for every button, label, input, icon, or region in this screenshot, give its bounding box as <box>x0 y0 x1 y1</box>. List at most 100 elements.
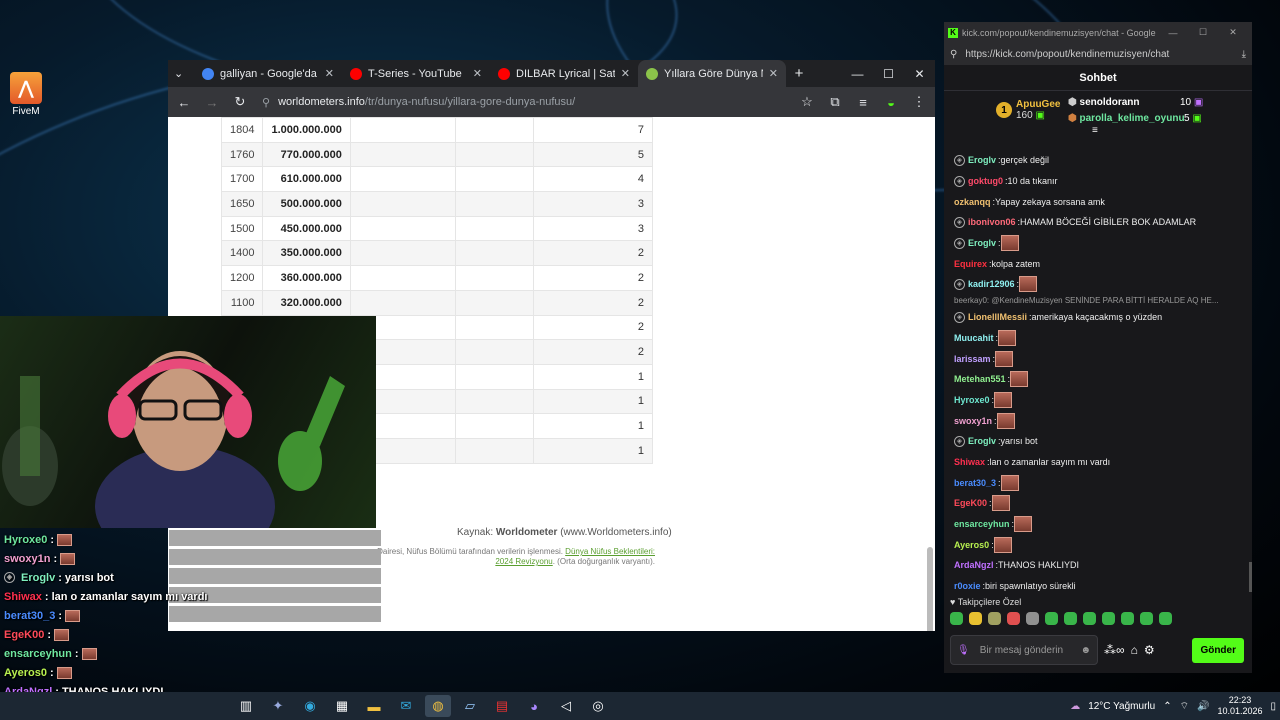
tab-2[interactable]: T-Series - YouTube ✕ <box>342 60 490 87</box>
emote-button[interactable] <box>950 612 963 625</box>
reply-preview[interactable]: beerkay0: @KendineMuzisyen SENİNDE PARA … <box>954 295 1246 307</box>
voicemeeter-icon[interactable]: ▤ <box>489 695 515 717</box>
connections-icon[interactable]: ⁂∞ <box>1104 643 1125 657</box>
emote-button[interactable] <box>1007 612 1020 625</box>
back-icon[interactable]: ← <box>174 95 194 110</box>
chat-username[interactable]: Eroglv <box>968 154 996 166</box>
forward-icon[interactable]: → <box>202 95 222 110</box>
tab-3[interactable]: DILBAR Lyrical | Satyameva J ✕ <box>490 60 638 87</box>
tab-close-icon[interactable]: ✕ <box>769 67 778 80</box>
clock-date[interactable]: 10.01.2026 <box>1217 706 1262 717</box>
chat-username[interactable]: Muucahit <box>954 332 994 344</box>
emote-button[interactable] <box>1045 612 1058 625</box>
tab-close-icon[interactable]: ✕ <box>621 67 630 80</box>
tab-1[interactable]: galliyan - Google'da Ara ✕ <box>194 60 342 87</box>
chat-username[interactable]: Hyroxe0 <box>954 394 990 406</box>
expand-chevron-icon[interactable]: ≡ <box>1092 125 1098 136</box>
minimize-button[interactable]: — <box>842 60 873 87</box>
chat-username[interactable]: LionelllMessii <box>968 311 1027 323</box>
media-icon[interactable]: ≡ <box>853 95 873 110</box>
reload-icon[interactable]: ↻ <box>230 94 250 110</box>
file-explorer-icon[interactable]: ▬ <box>361 695 387 717</box>
settings-gear-icon[interactable]: ⚙ <box>1144 643 1155 657</box>
chat-username[interactable]: berat30_3 <box>954 477 996 489</box>
store-icon[interactable]: ▦ <box>329 695 355 717</box>
desktop-icon-fivem[interactable]: ⋀ FiveM <box>8 72 44 117</box>
emote-button[interactable] <box>1140 612 1153 625</box>
bookmark-star-icon[interactable]: ☆ <box>797 94 817 110</box>
close-button[interactable]: ✕ <box>1218 27 1248 38</box>
emote-button[interactable] <box>1083 612 1096 625</box>
more-menu-icon[interactable]: ⋮ <box>909 94 929 110</box>
emote-button[interactable] <box>1026 612 1039 625</box>
edge-icon[interactable]: ◉ <box>297 695 323 717</box>
minimize-button[interactable]: — <box>1158 28 1188 38</box>
tab-4[interactable]: Yıllara Göre Dünya Nüfusu - ✕ <box>638 60 786 87</box>
chat-username[interactable]: goktug0 <box>968 175 1003 187</box>
emote-button[interactable] <box>1102 612 1115 625</box>
chat-username[interactable]: Metehan551 <box>954 373 1006 385</box>
tab-close-icon[interactable]: ✕ <box>325 67 334 80</box>
chat-username[interactable]: kadir12906 <box>968 278 1015 290</box>
mic-icon[interactable]: 🎙 <box>957 645 970 656</box>
chat-username[interactable]: EgeK00 <box>954 497 987 509</box>
chat-scrollbar[interactable] <box>1249 562 1252 592</box>
profile-icon[interactable]: ◒ <box>881 95 901 110</box>
chat-username[interactable]: ensarceyhun <box>954 518 1010 530</box>
chat-username[interactable]: Eroglv <box>968 237 996 249</box>
overlay-chat-row: Shiwax : lan o zamanlar sayım mı vardı <box>4 590 208 603</box>
message-input[interactable]: 🎙 Bir mesaj gönderin ☻ <box>950 635 1098 665</box>
maximize-button[interactable]: ☐ <box>1188 27 1218 38</box>
discord-icon[interactable]: ◕ <box>521 695 547 717</box>
chat-message: larissam: <box>954 348 1246 369</box>
chat-messages: ◈ Eroglv: gerçek değil ◈ goktug0: 10 da tık… <box>954 150 1246 596</box>
chat-username[interactable]: Eroglv <box>968 435 996 447</box>
notes-icon[interactable]: ▱ <box>457 695 483 717</box>
chat-username[interactable]: Shiwax <box>954 456 985 468</box>
extensions-icon[interactable]: ⧉ <box>825 94 845 110</box>
send-button[interactable]: Gönder <box>1192 637 1244 663</box>
close-button[interactable]: ✕ <box>904 60 935 87</box>
chat-message: ozkanqq: Yapay zekaya sorsana amk <box>954 196 1105 208</box>
chat-window-titlebar: K kick.com/popout/kendinemuzisyen/chat -… <box>944 22 1252 43</box>
tab-favicon-icon <box>202 67 214 80</box>
chrome-icon[interactable]: ◍ <box>425 695 451 717</box>
new-tab-button[interactable]: + <box>786 60 812 87</box>
network-icon[interactable]: ⌔ <box>1180 700 1189 713</box>
site-info-icon[interactable]: ⚲ <box>950 49 957 60</box>
emote-button[interactable] <box>1159 612 1172 625</box>
tab-close-icon[interactable]: ✕ <box>473 67 482 80</box>
table-row: 1400 350.000.000 2 <box>220 240 654 267</box>
site-info-icon[interactable]: ⚲ <box>262 96 270 109</box>
emoji-icon[interactable]: ☻ <box>1080 645 1091 656</box>
chat-username[interactable]: ozkanqq <box>954 196 991 208</box>
chat-username[interactable]: swoxy1n <box>954 415 992 427</box>
download-icon[interactable]: ⤓ <box>1242 49 1246 60</box>
chat-username[interactable]: Ayeros0 <box>954 539 989 551</box>
emote-button[interactable] <box>1064 612 1077 625</box>
store-icon[interactable]: ⌂ <box>1131 643 1138 657</box>
address-bar[interactable]: ⚲ worldometers.info /tr/dunya-nufusu/yil… <box>262 96 789 109</box>
emote-button[interactable] <box>1121 612 1134 625</box>
chat-username[interactable]: r0oxie <box>954 580 981 592</box>
chat-username[interactable]: Equirex <box>954 258 987 270</box>
capcut-icon[interactable]: ◁ <box>553 695 579 717</box>
chat-username[interactable]: ibonivon06 <box>968 216 1016 228</box>
tray-chevron-icon[interactable]: ⌃ <box>1163 701 1171 712</box>
emote-button[interactable] <box>969 612 982 625</box>
mail-icon[interactable]: ✉ <box>393 695 419 717</box>
page-scrollbar[interactable] <box>927 547 933 631</box>
notification-icon[interactable]: ▯ <box>1270 701 1276 712</box>
maximize-button[interactable]: ☐ <box>873 60 904 87</box>
clock-time[interactable]: 22:23 <box>1217 695 1262 706</box>
tab-menu-button[interactable]: ⌄ <box>168 60 194 87</box>
task-view-icon[interactable]: ▥ <box>233 695 259 717</box>
chat-message: berat30_3: <box>954 472 1246 493</box>
emote-button[interactable] <box>988 612 1001 625</box>
volume-icon[interactable]: 🔊 <box>1197 701 1209 712</box>
chat-message: Metehan551: <box>954 369 1246 390</box>
obs-icon[interactable]: ◎ <box>585 695 611 717</box>
copilot-icon[interactable]: ✦ <box>265 695 291 717</box>
chat-username[interactable]: ArdaNgzl <box>954 559 994 571</box>
chat-username[interactable]: larissam <box>954 353 991 365</box>
